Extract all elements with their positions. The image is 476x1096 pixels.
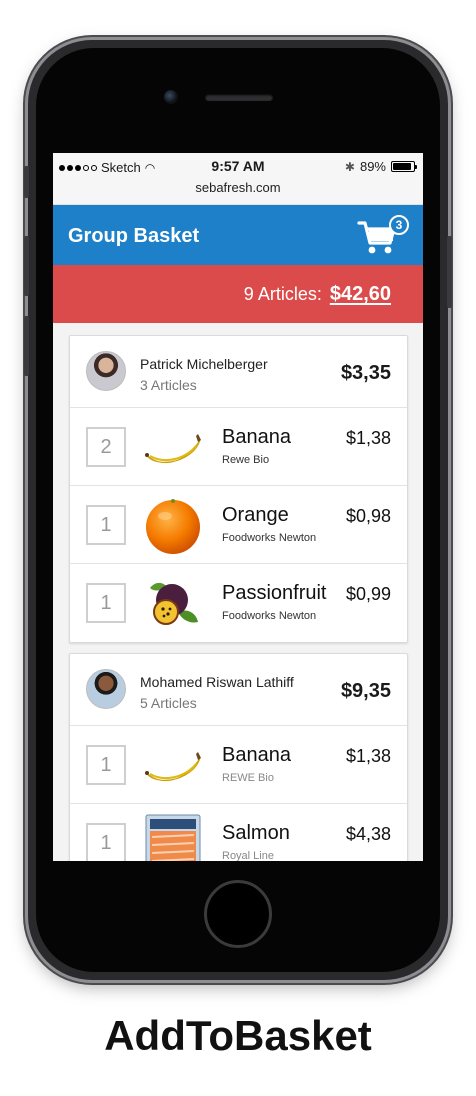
item-price: $1,38 [345, 428, 391, 448]
list-item[interactable]: 2 Banana Rewe Bio $1,38 [70, 408, 407, 486]
address-bar-url[interactable]: sebafresh.com [53, 180, 423, 195]
item-name: Orange [222, 504, 289, 526]
avatar [86, 669, 126, 709]
earpiece-speaker [205, 94, 273, 101]
volume-up-button [24, 236, 29, 296]
item-name: Salmon [222, 822, 290, 844]
status-bar: Sketch ◠ 9:57 AM ✱ 89% sebafresh.com [53, 153, 423, 205]
home-button [204, 880, 272, 948]
passionfruit-icon [150, 582, 198, 625]
list-item[interactable]: 1 Salmon Royal Line $4,38 [70, 804, 407, 861]
item-price: $0,99 [345, 584, 391, 604]
battery-percent: 89% [359, 159, 386, 174]
banana-icon [145, 434, 201, 463]
list-item[interactable]: 1 Banana REWE Bio $1,38 [70, 726, 407, 804]
battery-status: ✱ 89% [344, 159, 417, 174]
item-price: $4,38 [345, 824, 391, 844]
basket-total-link[interactable]: $42,60 [330, 283, 391, 306]
item-store: Rewe Bio [222, 454, 270, 466]
volume-down-button [24, 316, 29, 376]
cart-button[interactable]: 3 [357, 215, 409, 257]
articles-count: 9 Articles: [243, 284, 322, 304]
quantity-field[interactable]: 1 [86, 583, 126, 623]
battery-icon [391, 161, 417, 172]
item-price: $1,38 [345, 746, 391, 766]
bluetooth-icon: ✱ [344, 159, 355, 174]
member-name: Patrick Michelberger [140, 356, 268, 372]
member-articles: 3 Articles [140, 377, 197, 393]
basket-summary-bar: 9 Articles: $42,60 [53, 265, 423, 323]
banana-icon [145, 752, 201, 781]
member-total: $3,35 [340, 362, 391, 384]
quantity-field[interactable]: 2 [86, 427, 126, 467]
quantity-field[interactable]: 1 [86, 823, 126, 861]
avatar [86, 351, 126, 391]
member-header[interactable]: Patrick Michelberger 3 Articles $3,35 [70, 336, 407, 408]
phone-screen: Sketch ◠ 9:57 AM ✱ 89% sebafresh.com Gro… [53, 153, 423, 861]
screen-caption: AddToBasket [104, 1012, 372, 1059]
item-name: Banana [222, 426, 291, 448]
item-name: Banana [222, 744, 291, 766]
page-title: Group Basket [68, 225, 200, 247]
member-total: $9,35 [340, 680, 391, 702]
power-button [447, 236, 452, 308]
item-store: Royal Line [222, 850, 274, 861]
item-name: Passionfruit [222, 582, 327, 604]
item-price: $0,98 [345, 506, 391, 526]
quantity-field[interactable]: 1 [86, 745, 126, 785]
orange-icon [146, 499, 200, 554]
member-name: Mohamed Riswan Lathiff [140, 674, 294, 690]
member-header[interactable]: Mohamed Riswan Lathiff 5 Articles $9,35 [70, 654, 407, 726]
item-store: REWE Bio [222, 772, 274, 784]
item-store: Foodworks Newton [222, 532, 317, 544]
item-store: Foodworks Newton [222, 610, 317, 622]
app-header: Group Basket 3 [53, 205, 423, 265]
member-card: Patrick Michelberger 3 Articles $3,35 2 … [69, 335, 408, 643]
salmon-icon [145, 814, 201, 861]
front-camera [164, 90, 178, 104]
member-card: Mohamed Riswan Lathiff 5 Articles $9,35 … [69, 653, 408, 861]
cart-count-badge: 3 [389, 215, 409, 235]
member-articles: 5 Articles [140, 695, 197, 711]
list-item[interactable]: 1 Passionfruit Foodworks Newton $0,99 [70, 564, 407, 642]
list-item[interactable]: 1 Orange Foodworks Newton $0,98 [70, 486, 407, 564]
quantity-field[interactable]: 1 [86, 505, 126, 545]
basket-list: Patrick Michelberger 3 Articles $3,35 2 … [53, 323, 423, 861]
mute-switch [24, 166, 29, 198]
